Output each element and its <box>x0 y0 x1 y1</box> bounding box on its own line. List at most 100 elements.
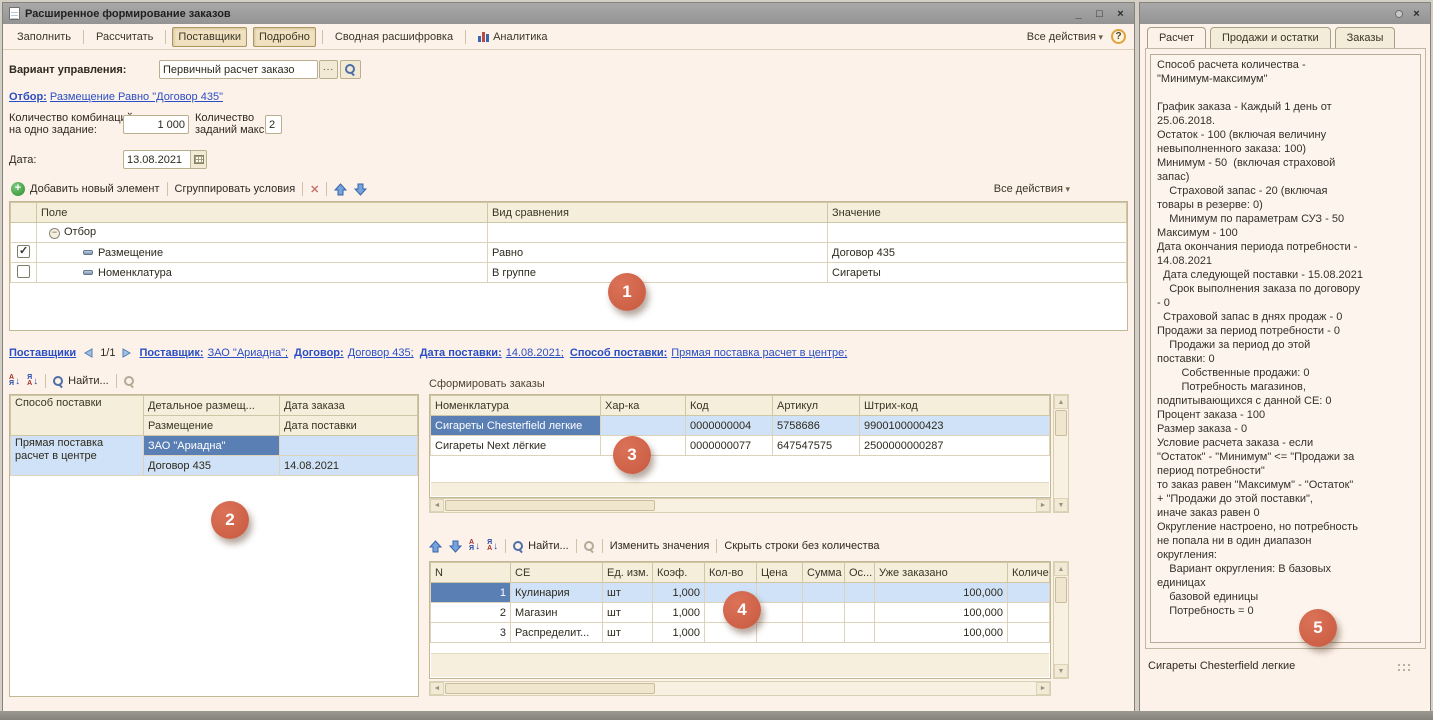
tab-orders[interactable]: Заказы <box>1335 27 1396 48</box>
find-button[interactable]: Найти... <box>513 540 569 552</box>
column-header-sum[interactable]: Сумма <box>803 563 845 583</box>
sort-asc-icon[interactable]: АЯ↓ <box>9 375 20 387</box>
filter-label-link[interactable]: Отбор: <box>9 91 47 103</box>
combinations-input[interactable]: 1 000 <box>123 115 189 134</box>
checkbox-checked[interactable] <box>17 245 30 258</box>
supplier-label-link[interactable]: Поставщик: <box>139 347 203 359</box>
suppliers-link[interactable]: Поставщики <box>9 347 76 359</box>
clear-find-icon[interactable] <box>124 376 135 387</box>
collapse-icon[interactable] <box>49 228 60 239</box>
calculate-button[interactable]: Рассчитать <box>90 27 159 47</box>
sort-desc-icon[interactable]: ЯА↓ <box>487 540 498 552</box>
delivery-method-row[interactable]: Прямая поставка расчет в центре ЗАО "Ари… <box>11 436 418 456</box>
annotation-badge-2: 2 <box>211 501 249 539</box>
delivery-date-label-link[interactable]: Дата поставки: <box>420 347 502 359</box>
date-input[interactable]: 13.08.2021 <box>123 150 207 169</box>
column-header-article[interactable]: Артикул <box>773 396 860 416</box>
filter-group-row[interactable]: Отбор <box>11 223 1127 243</box>
calendar-button[interactable] <box>190 151 206 168</box>
clear-find-icon[interactable] <box>584 541 595 552</box>
column-header-characteristic[interactable]: Хар-ка <box>601 396 686 416</box>
maximize-button[interactable]: □ <box>1092 7 1107 21</box>
next-supplier-icon[interactable] <box>121 347 133 359</box>
scroll-right-icon[interactable] <box>1036 682 1050 695</box>
column-header-qty[interactable]: Кол-во <box>705 563 757 583</box>
filter-row-nomenclature[interactable]: Номенклатура В группе Сигареты <box>11 263 1127 283</box>
column-header-detail-placement[interactable]: Детальное размещ... <box>144 396 280 416</box>
hide-empty-rows-button[interactable]: Скрыть строки без количества <box>724 540 879 552</box>
fill-button[interactable]: Заполнить <box>11 27 77 47</box>
window-title: Расширенное формирование заказов <box>25 8 231 20</box>
column-header-ordered[interactable]: Уже заказано <box>875 563 1008 583</box>
all-actions-menu[interactable]: Все действия <box>1027 31 1103 43</box>
move-down-icon[interactable] <box>354 183 367 196</box>
minimize-button[interactable]: _ <box>1071 7 1086 21</box>
tab-calc[interactable]: Расчет <box>1147 27 1206 48</box>
column-header-nomenclature[interactable]: Номенклатура <box>431 396 601 416</box>
column-header-order-date[interactable]: Дата заказа <box>280 396 418 416</box>
quantity-hscrollbar[interactable] <box>429 681 1051 696</box>
separator <box>602 539 603 553</box>
panel-titlebar[interactable]: × <box>1140 3 1430 24</box>
scroll-left-icon[interactable] <box>430 499 444 512</box>
group-conditions-button[interactable]: Сгруппировать условия <box>175 183 296 195</box>
column-header-n[interactable]: N <box>431 563 511 583</box>
tasks-max-input[interactable]: 2 <box>265 115 282 134</box>
scroll-up-icon[interactable] <box>1054 562 1068 576</box>
summary-button[interactable]: Сводная расшифровка <box>329 27 459 47</box>
nomenclature-hscrollbar[interactable] <box>429 498 1051 513</box>
panel-close-button[interactable]: × <box>1409 7 1424 21</box>
move-up-icon[interactable] <box>334 183 347 196</box>
column-header-placement[interactable]: Размещение <box>144 416 280 436</box>
help-icon[interactable]: ? <box>1111 29 1126 44</box>
scroll-down-icon[interactable] <box>1054 664 1068 678</box>
analytics-button[interactable]: Аналитика <box>472 27 553 47</box>
column-header-delivery-date[interactable]: Дата поставки <box>280 416 418 436</box>
supplier-value-link[interactable]: ЗАО "Ариадна"; <box>208 347 289 359</box>
sort-asc-icon[interactable]: АЯ↓ <box>469 540 480 552</box>
pin-icon[interactable] <box>1395 10 1403 18</box>
scroll-right-icon[interactable] <box>1036 499 1050 512</box>
delivery-method-label-link[interactable]: Способ поставки: <box>570 347 667 359</box>
column-header-se[interactable]: СЕ <box>511 563 603 583</box>
add-element-button[interactable]: Добавить новый элемент <box>11 182 160 196</box>
detail-toggle-button[interactable]: Подробно <box>253 27 316 47</box>
delete-icon[interactable] <box>310 183 319 196</box>
window-titlebar[interactable]: Расширенное формирование заказов _ □ × <box>3 3 1134 24</box>
quantity-vscrollbar[interactable] <box>1053 561 1069 679</box>
scroll-up-icon[interactable] <box>1054 395 1068 409</box>
column-header-price[interactable]: Цена <box>757 563 803 583</box>
nomenclature-row[interactable]: Сигареты Chesterfield легкие 0000000004 … <box>431 416 1050 436</box>
sort-desc-icon[interactable]: ЯА↓ <box>27 375 38 387</box>
column-header-barcode[interactable]: Штрих-код <box>860 396 1050 416</box>
find-button[interactable]: Найти... <box>53 375 109 387</box>
row-up-icon[interactable] <box>429 540 442 553</box>
variant-select-button[interactable] <box>319 60 338 79</box>
row-down-icon[interactable] <box>449 540 462 553</box>
close-button[interactable]: × <box>1113 7 1128 21</box>
variant-search-button[interactable] <box>340 60 361 79</box>
column-header-method[interactable]: Способ поставки <box>11 396 144 436</box>
change-values-button[interactable]: Изменить значения <box>610 540 710 552</box>
filter-row-placement[interactable]: Размещение Равно Договор 435 <box>11 243 1127 263</box>
column-header-unit[interactable]: Ед. изм. <box>603 563 653 583</box>
contract-label-link[interactable]: Договор: <box>294 347 344 359</box>
suppliers-toggle-button[interactable]: Поставщики <box>172 27 247 47</box>
checkbox-unchecked[interactable] <box>17 265 30 278</box>
column-header-quantity[interactable]: Количе <box>1008 563 1050 583</box>
nomenclature-row[interactable]: Сигареты Next лёгкие 0000000077 64754757… <box>431 436 1050 456</box>
scroll-left-icon[interactable] <box>430 682 444 695</box>
variant-input[interactable]: Первичный расчет заказо <box>159 60 318 79</box>
scroll-down-icon[interactable] <box>1054 498 1068 512</box>
filter-value-link[interactable]: Размещение Равно "Договор 435" <box>50 91 223 103</box>
column-header-code[interactable]: Код <box>686 396 773 416</box>
prev-supplier-icon[interactable] <box>82 347 94 359</box>
column-header-coef[interactable]: Коэф. <box>653 563 705 583</box>
tab-sales-and-stock[interactable]: Продажи и остатки <box>1210 27 1331 48</box>
nomenclature-vscrollbar[interactable] <box>1053 394 1069 513</box>
filter-all-actions-menu[interactable]: Все действия <box>994 183 1070 195</box>
contract-value-link[interactable]: Договор 435; <box>348 347 414 359</box>
delivery-method-value-link[interactable]: Прямая поставка расчет в центре; <box>671 347 847 359</box>
delivery-date-value-link[interactable]: 14.08.2021; <box>506 347 564 359</box>
column-header-rest[interactable]: Ос... <box>845 563 875 583</box>
